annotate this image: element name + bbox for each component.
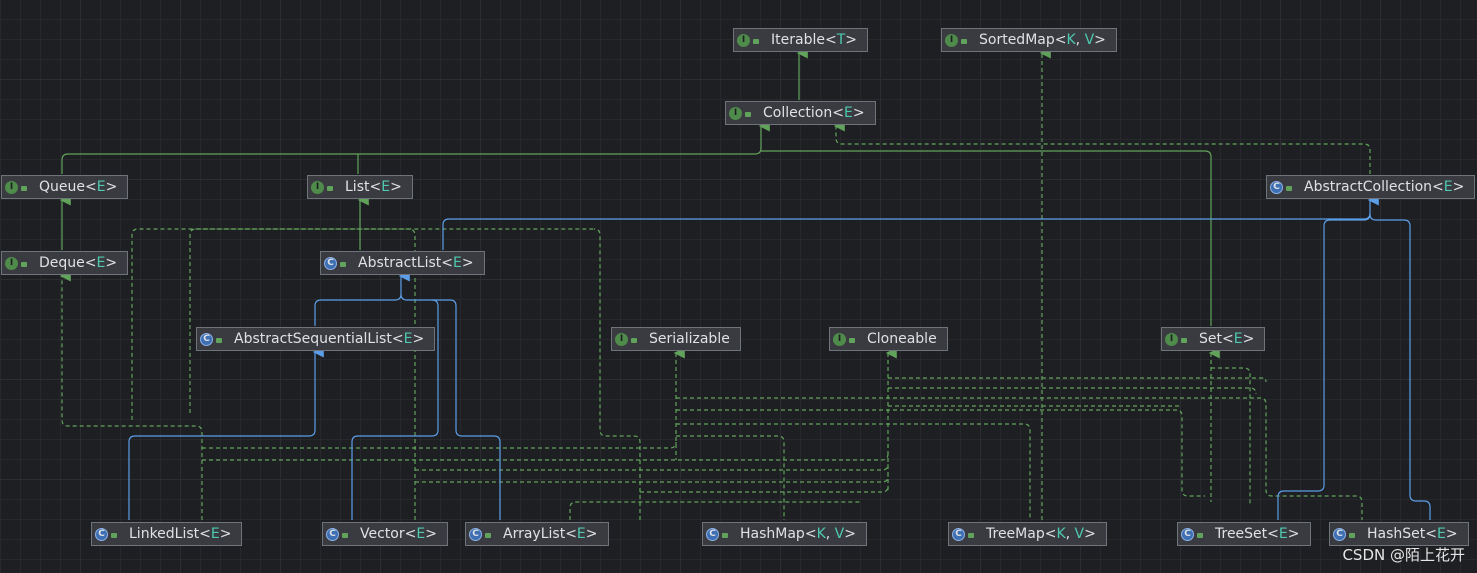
node-label: AbstractCollection<E> [1304,176,1464,198]
edge-dash-row-2 [202,454,888,460]
edge-linkedlist-abstractsequentiallist [129,352,315,520]
public-access-icon [849,338,855,343]
public-access-icon [753,39,759,44]
edge-abstractlist-abstractcollection [443,200,1370,250]
node-treemap[interactable]: C TreeMap<K, V> [948,522,1107,546]
public-access-icon [21,262,27,267]
public-access-icon [961,39,967,44]
class-icon: C [469,528,482,541]
public-access-icon [745,112,751,117]
edge-dash-row-4 [415,476,888,482]
edge-dash-row-6 [676,424,1030,520]
public-access-icon [1197,533,1203,538]
node-label: Deque<E> [39,252,117,274]
node-hashmap[interactable]: C HashMap<K, V> [702,522,867,546]
node-label: LinkedList<E> [129,523,231,545]
node-abstractlist[interactable]: C AbstractList<E> [320,251,485,275]
public-access-icon [327,186,333,191]
node-label: Vector<E> [360,523,437,545]
node-label: Set<E> [1199,328,1254,350]
interface-icon: I [833,333,846,346]
edge-dash-row-5 [640,486,888,492]
edge-dash-row-3 [415,464,888,470]
class-icon: C [324,257,337,270]
class-icon: C [1270,181,1283,194]
edge-dash-row-11 [676,436,784,520]
node-sortedmap[interactable]: I SortedMap<K, V> [941,28,1117,52]
node-deque[interactable]: I Deque<E> [1,251,128,275]
node-queue[interactable]: I Queue<E> [1,175,128,199]
interface-icon: I [1165,333,1178,346]
node-label: Queue<E> [39,176,117,198]
node-label: List<E> [345,176,402,198]
node-list[interactable]: I List<E> [307,175,413,199]
edge-dash-row-7 [676,410,1205,496]
edge-dash-row-10 [888,388,1256,394]
edge-hashmap-serializable [570,502,860,520]
public-access-icon [722,533,728,538]
edge-abstractcollection-collection [836,126,1370,174]
node-label: ArrayList<E> [503,523,598,545]
class-icon: C [1333,528,1346,541]
node-set[interactable]: I Set<E> [1161,327,1265,351]
public-access-icon [631,338,637,343]
public-access-icon [1286,186,1292,191]
node-label: Collection<E> [763,102,865,124]
node-label: HashSet<E> [1367,523,1458,545]
class-icon: C [952,528,965,541]
interface-icon: I [945,34,958,47]
edge-treeset-abstractcollection [1278,214,1370,520]
class-icon: C [95,528,108,541]
interface-icon: I [5,257,18,270]
node-iterable[interactable]: I Iterable<T> [733,28,868,52]
node-arraylist[interactable]: C ArrayList<E> [465,522,609,546]
node-label: AbstractSequentialList<E> [234,328,424,350]
edge-arraylist-list [594,229,640,520]
node-label: SortedMap<K, V> [979,29,1106,51]
node-abstractsequentiallist[interactable]: C AbstractSequentialList<E> [196,327,435,351]
node-vector[interactable]: C Vector<E> [322,522,448,546]
public-access-icon [1349,533,1355,538]
interface-icon: I [737,34,750,47]
node-collection[interactable]: I Collection<E> [725,101,876,125]
public-access-icon [21,186,27,191]
node-label: Serializable [649,328,730,350]
node-abstractcollection[interactable]: C AbstractCollection<E> [1266,175,1475,199]
public-access-icon [111,533,117,538]
watermark: CSDN @陌上花开 [1342,544,1465,565]
class-icon: C [706,528,719,541]
interface-icon: I [311,181,324,194]
class-icon: C [326,528,339,541]
node-label: AbstractList<E> [358,252,474,274]
node-label: HashMap<K, V> [740,523,856,545]
interface-icon: I [5,181,18,194]
node-cloneable[interactable]: I Cloneable [829,327,948,351]
public-access-icon [340,262,346,267]
public-access-icon [216,338,222,343]
class-icon: C [200,333,213,346]
edge-dash-row-1 [202,442,676,448]
node-hashset[interactable]: C HashSet<E> [1329,522,1469,546]
relationship-edges [0,0,1477,573]
edge-dash-row-12 [1211,368,1250,505]
node-label: TreeMap<K, V> [986,523,1096,545]
edge-queue-collection [62,126,761,174]
node-label: TreeSet<E> [1215,523,1300,545]
node-treeset[interactable]: C TreeSet<E> [1177,522,1311,546]
edge-abstractsequentiallist-abstractlist [315,276,401,326]
edge-dash-row-9 [888,378,1266,382]
edge-hashset-abstractcollection [1370,214,1430,520]
public-access-icon [342,533,348,538]
node-serializable[interactable]: I Serializable [611,327,741,351]
edge-set-collection [761,151,1211,326]
node-label: Iterable<T> [771,29,857,51]
node-linkedlist[interactable]: C LinkedList<E> [91,522,242,546]
interface-icon: I [729,107,742,120]
class-icon: C [1181,528,1194,541]
node-label: Cloneable [867,328,937,350]
public-access-icon [968,533,974,538]
public-access-icon [485,533,491,538]
public-access-icon [1181,338,1187,343]
interface-icon: I [615,333,628,346]
